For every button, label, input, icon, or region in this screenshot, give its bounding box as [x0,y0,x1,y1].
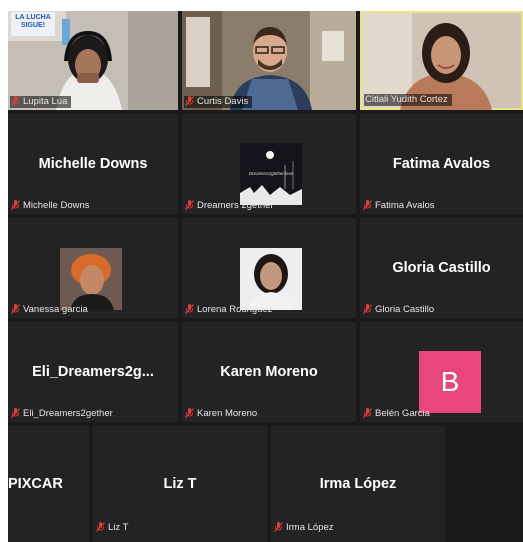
participant-display-name: Michelle Downs [38,156,148,172]
participant-name-label: Michelle Downs [10,200,94,212]
participant-name-label: Karen Moreno [184,408,261,420]
participant-display-name: PIXCAR [8,476,63,492]
muted-mic-icon [11,96,20,106]
tile-liz[interactable]: Liz T Liz T [93,426,267,542]
participant-display-name: Karen Moreno [220,364,318,380]
tile-dreamers[interactable]: Dreamers2gether.love Dreamers 2gether [182,114,356,214]
muted-mic-icon [11,304,20,314]
tile-eli[interactable]: Eli_Dreamers2g... Eli_Dreamers2gether [8,322,178,422]
profile-picture-lorena [240,248,302,310]
participant-name-label: Liz T [95,522,132,534]
muted-mic-icon [185,304,194,314]
participant-name-label: Fatima Avalos [362,200,439,212]
video-tile-curtis[interactable]: Curtis Davis [182,11,356,110]
muted-mic-icon [274,522,283,532]
participant-name-label: Eli_Dreamers2gether [10,408,117,420]
video-tile-lupita[interactable]: LA LUCHA SIGUE! Lupita Lua [8,11,178,110]
tile-michelle[interactable]: Michelle Downs Michelle Downs [8,114,178,214]
participant-display-name: Fatima Avalos [392,156,491,172]
muted-mic-icon [11,200,20,210]
participant-name-label: Vanessa garcia [10,304,92,316]
protest-sign-text: LA LUCHA SIGUE! [15,14,51,29]
tile-vanessa[interactable]: Vanessa garcia [8,218,178,318]
muted-mic-icon [363,408,372,418]
tile-pixcar[interactable]: PIXCAR [8,426,89,542]
profile-picture-vanessa [60,248,122,310]
muted-mic-icon [185,200,194,210]
participant-display-name: Liz T [163,476,197,492]
participant-display-name: Irma López [319,476,397,492]
profile-picture-dreamers: Dreamers2gether.love [240,143,302,205]
muted-mic-icon [185,96,194,106]
tile-fatima[interactable]: Fatima Avalos Fatima Avalos [360,114,523,214]
participant-name-label: Lorena Rodriguez [184,304,277,316]
tile-gloria[interactable]: Gloria Castillo Gloria Castillo [360,218,523,318]
tile-lorena[interactable]: Lorena Rodriguez [182,218,356,318]
muted-mic-icon [363,200,372,210]
participant-name-label: Lupita Lua [10,96,72,108]
meeting-gallery: LA LUCHA SIGUE! Lupita Lua Curtis Davis [8,11,523,542]
tile-karen[interactable]: Karen Moreno Karen Moreno [182,322,356,422]
participant-name-label: Belén Garcia [362,408,434,420]
avatar-letter: B [419,351,481,413]
participant-display-name: Gloria Castillo [392,260,491,276]
tile-irma[interactable]: Irma López Irma López [271,426,445,542]
protest-sign: LA LUCHA SIGUE! [11,12,55,36]
muted-mic-icon [185,408,194,418]
picture-caption: Dreamers2gether.love [248,171,294,176]
muted-mic-icon [96,522,105,532]
participant-name-label: Gloria Castillo [362,304,438,316]
tile-belen[interactable]: B Belén Garcia [360,322,523,422]
participant-name-label: Dreamers 2gether [184,200,278,212]
participant-name-label: Curtis Davis [184,96,253,108]
participant-name-label: Irma López [273,522,338,534]
participant-name-label: Citlali Yudith Cortez [364,94,452,106]
participant-display-name: Eli_Dreamers2g... [32,364,154,380]
video-tile-citlali[interactable]: Citlali Yudith Cortez [360,11,523,110]
muted-mic-icon [363,304,372,314]
muted-mic-icon [11,408,20,418]
